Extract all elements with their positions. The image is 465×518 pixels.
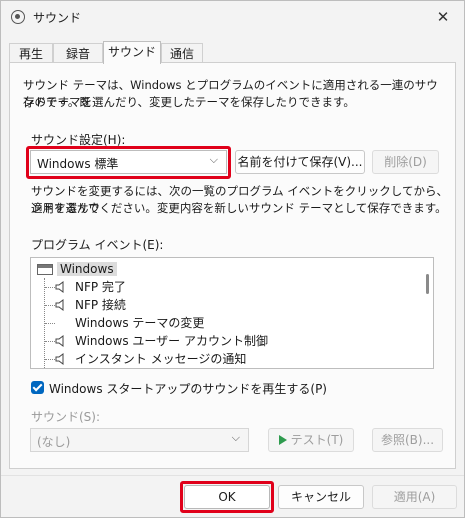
speaker-icon: [11, 10, 25, 24]
scheme-selected-value: Windows 標準: [37, 157, 119, 171]
event-item-label: Windows ユーザー アカウント制御: [75, 334, 268, 348]
event-item[interactable]: NFP 完了: [55, 278, 126, 296]
sound-label: サウンド(S):: [31, 410, 101, 424]
event-item-label: インスタント メッセージの通知: [75, 352, 247, 366]
tree-branch: [45, 323, 55, 324]
tree-root[interactable]: Windows: [35, 260, 117, 278]
title-bar: サウンド ✕: [1, 1, 464, 33]
tree-branch: [45, 287, 55, 288]
apply-button[interactable]: 適用(A): [372, 485, 457, 509]
tree-branch: [45, 359, 55, 360]
tree-root-label: Windows: [57, 262, 117, 276]
event-item[interactable]: NFP 接続: [55, 296, 126, 314]
delete-button[interactable]: 削除(D): [372, 150, 439, 174]
event-item-label: NFP 完了: [75, 280, 126, 294]
save-as-button[interactable]: 名前を付けて保存(V)...: [235, 150, 365, 174]
footer-divider: [1, 475, 464, 476]
scheme-select[interactable]: Windows 標準 ⌵: [30, 150, 227, 174]
event-item-label: NFP 接続: [75, 298, 126, 312]
tab-recording[interactable]: 録音: [53, 43, 103, 63]
close-button[interactable]: ✕: [430, 5, 456, 29]
tree-branch: [45, 305, 55, 306]
ok-button[interactable]: OK: [184, 485, 270, 509]
tab-communications[interactable]: 通信: [161, 43, 203, 63]
scheme-description-line2: 存のテーマを選んだり、変更したテーマを保存したりできます。: [23, 95, 355, 109]
sound-selected-value: (なし): [37, 435, 71, 449]
sound-select[interactable]: (なし) ⌵: [30, 428, 249, 452]
startup-sound-checkbox[interactable]: [31, 381, 44, 394]
speaker-icon: [55, 353, 64, 365]
startup-sound-label: Windows スタートアップのサウンドを再生する(P): [49, 382, 327, 396]
play-icon: [278, 435, 287, 445]
event-item[interactable]: Windows テーマの変更: [55, 314, 204, 332]
tab-sounds[interactable]: サウンド: [103, 41, 161, 64]
speaker-icon: [55, 299, 64, 311]
tab-playback[interactable]: 再生: [9, 43, 53, 63]
test-button-label: テスト(T): [290, 433, 344, 447]
events-label: プログラム イベント(E):: [31, 238, 164, 252]
list-scrollbar[interactable]: [426, 274, 429, 294]
test-button[interactable]: テスト(T): [268, 428, 354, 452]
speaker-icon: [55, 335, 64, 347]
chevron-down-icon: ⌵: [231, 431, 240, 444]
tree-branch: [45, 341, 55, 342]
sound-dialog: サウンド ✕ 再生 録音 サウンド 通信 サウンド テーマは、Windows と…: [0, 0, 465, 518]
instructions-line2: ンドを選んでください。変更内容を新しいサウンド テーマとして保存できます。: [31, 201, 447, 215]
event-item-label: Windows テーマの変更: [75, 316, 205, 330]
event-item[interactable]: インスタント メッセージの通知: [55, 350, 246, 368]
speaker-icon: [55, 281, 64, 293]
browse-button[interactable]: 参照(B)...: [372, 428, 443, 452]
program-events-list[interactable]: Windows NFP 完了 NFP 接続 Windows テーマの変更 Win…: [30, 257, 434, 369]
event-item[interactable]: Windows ユーザー アカウント制御: [55, 332, 268, 350]
chevron-down-icon: ⌵: [209, 153, 218, 166]
cancel-button[interactable]: キャンセル: [278, 485, 364, 509]
window-title: サウンド: [33, 11, 82, 25]
window-icon: [37, 264, 53, 275]
